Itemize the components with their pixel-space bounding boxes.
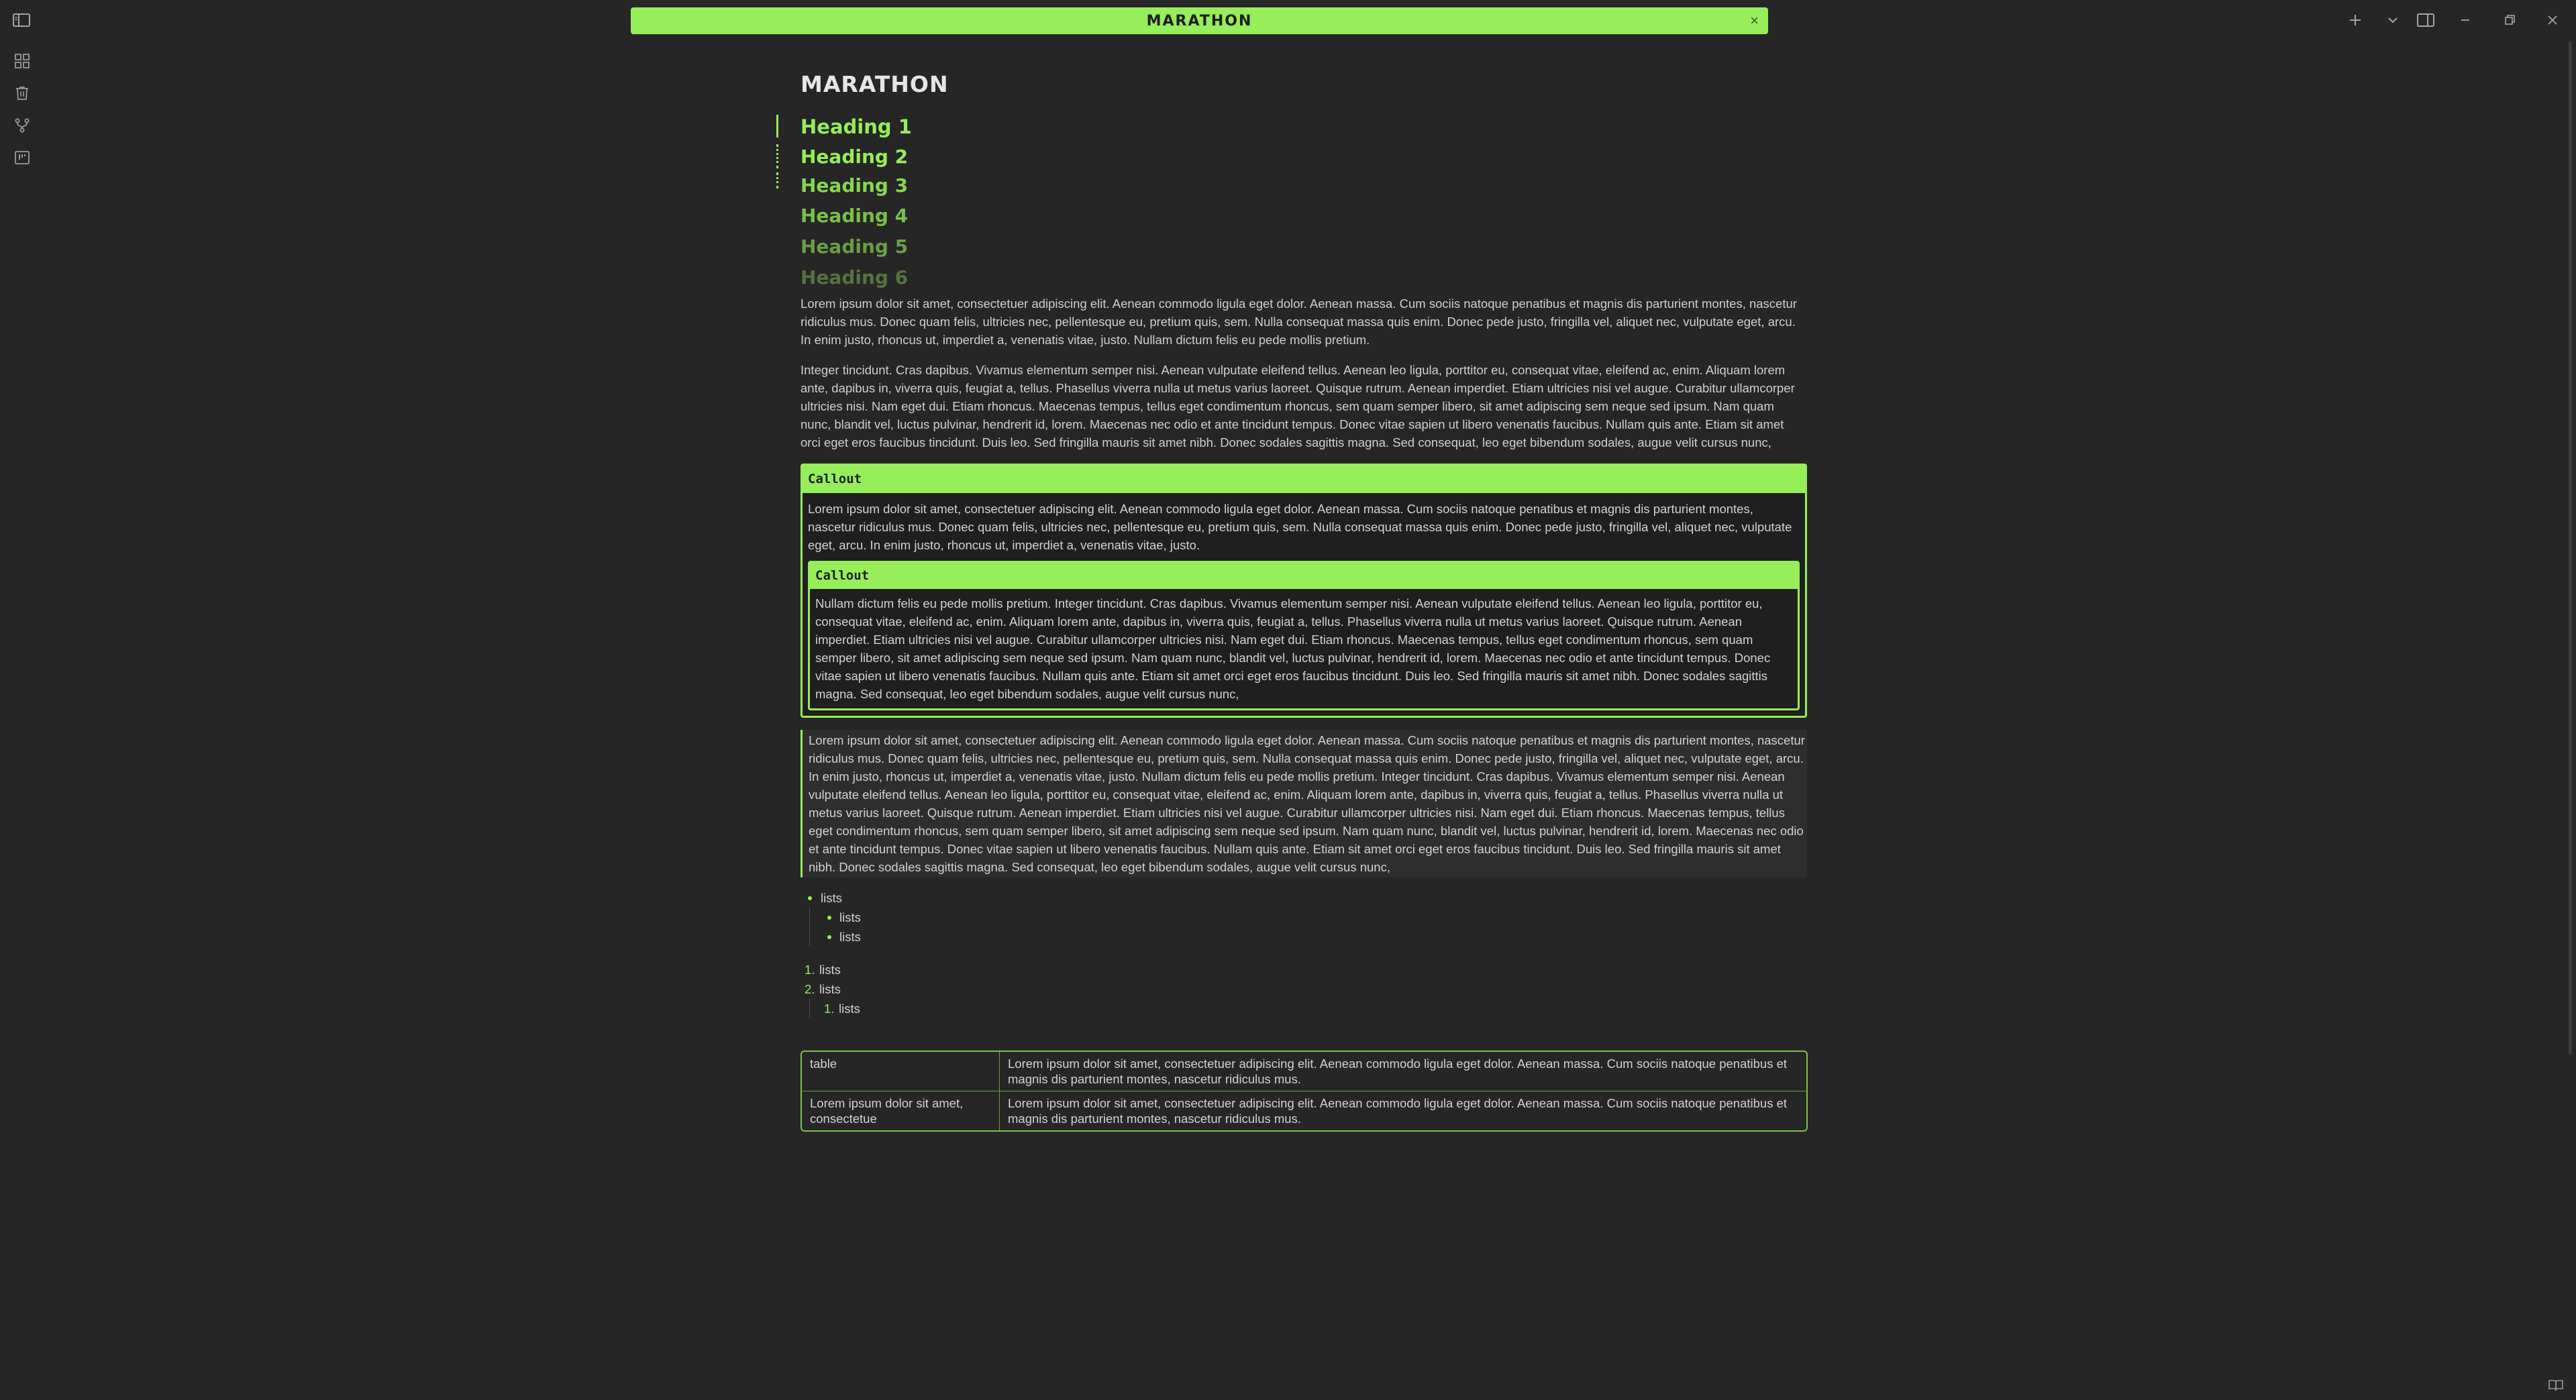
table-cell[interactable]: Lorem ipsum dolor sit amet, consectetuer… xyxy=(1000,1052,1806,1091)
bullet-marker xyxy=(827,916,831,920)
right-sidebar-icon[interactable] xyxy=(2412,8,2439,32)
callout: Callout Lorem ipsum dolor sit amet, cons… xyxy=(801,464,1807,718)
table-cell[interactable]: Lorem ipsum dolor sit amet, consectetuer… xyxy=(1000,1091,1806,1130)
heading-1: Heading 1 xyxy=(776,111,1807,143)
bullet-marker xyxy=(827,935,831,939)
heading-fold-indicator[interactable] xyxy=(776,144,778,168)
heading-3: Heading 3 xyxy=(776,171,1807,201)
bullet-list: lists lists lists xyxy=(801,888,1807,947)
list-item: lists xyxy=(801,908,1807,947)
callout-title[interactable]: Callout xyxy=(810,563,1798,589)
table-row: Lorem ipsum dolor sit amet, consectetue … xyxy=(802,1091,1806,1130)
list-item: lists xyxy=(801,888,1807,908)
vertical-scrollbar[interactable] xyxy=(2569,42,2572,1055)
heading-fold-indicator[interactable] xyxy=(776,115,778,138)
table-cell[interactable]: Lorem ipsum dolor sit amet, consectetue xyxy=(802,1091,1000,1130)
tab-marathon[interactable]: MARATHON × xyxy=(631,7,1768,34)
bullet-marker xyxy=(808,896,812,900)
title-bar: MARATHON × xyxy=(0,0,2576,42)
numbered-list: 1. lists 2. lists 1. lists xyxy=(801,960,1807,1018)
blockquote: Lorem ipsum dolor sit amet, consectetuer… xyxy=(801,730,1807,877)
callout-body: Lorem ipsum dolor sit amet, consectetuer… xyxy=(803,493,1805,716)
minimize-icon[interactable] xyxy=(2452,8,2479,32)
close-icon[interactable] xyxy=(2539,8,2566,32)
table-cell[interactable]: table xyxy=(802,1052,1000,1091)
callout-text: Lorem ipsum dolor sit amet, consectetuer… xyxy=(808,502,1792,552)
list-number: 1. xyxy=(824,1002,835,1016)
list-item: 1. lists xyxy=(801,999,1807,1018)
paragraph: Integer tincidunt. Cras dapibus. Vivamus… xyxy=(801,363,1795,449)
heading-2: Heading 2 xyxy=(776,143,1807,171)
note-content: MARATHON Heading 1 Heading 2 Heading 3 H… xyxy=(776,64,1808,1132)
list-item: 1. lists xyxy=(801,960,1807,979)
trash-icon[interactable] xyxy=(9,80,35,106)
chevron-down-icon[interactable] xyxy=(2379,8,2406,32)
graph-icon[interactable] xyxy=(9,48,35,74)
list-number: 2. xyxy=(805,982,815,996)
indent-guide xyxy=(809,999,810,1018)
book-icon[interactable] xyxy=(2544,1375,2568,1395)
table-row: table Lorem ipsum dolor sit amet, consec… xyxy=(802,1052,1806,1091)
callout-text: Nullam dictum felis eu pede mollis preti… xyxy=(815,596,1771,701)
plus-icon[interactable] xyxy=(2342,8,2369,32)
restore-icon[interactable] xyxy=(2496,8,2523,32)
branch-icon[interactable] xyxy=(9,113,35,138)
list-number: 1. xyxy=(805,963,815,977)
tab-close-button[interactable]: × xyxy=(1750,11,1759,30)
heading-5: Heading 5 xyxy=(801,235,909,258)
tab-title: MARATHON xyxy=(1146,12,1253,30)
list-item: 2. lists xyxy=(801,979,1807,999)
page-title: MARATHON xyxy=(801,71,949,97)
heading-6: Heading 6 xyxy=(801,266,909,288)
heading-4: Heading 4 xyxy=(801,205,909,227)
paragraph: Lorem ipsum dolor sit amet, consectetuer… xyxy=(801,297,1797,347)
sidebar-toggle-icon[interactable] xyxy=(8,8,35,32)
list-item: lists xyxy=(801,927,1807,947)
callout-title[interactable]: Callout xyxy=(803,466,1805,493)
data-table: table Lorem ipsum dolor sit amet, consec… xyxy=(801,1051,1808,1132)
nested-callout: Callout Nullam dictum felis eu pede moll… xyxy=(808,561,1800,710)
kanban-icon[interactable] xyxy=(9,145,35,170)
heading-fold-indicator[interactable] xyxy=(776,172,778,189)
